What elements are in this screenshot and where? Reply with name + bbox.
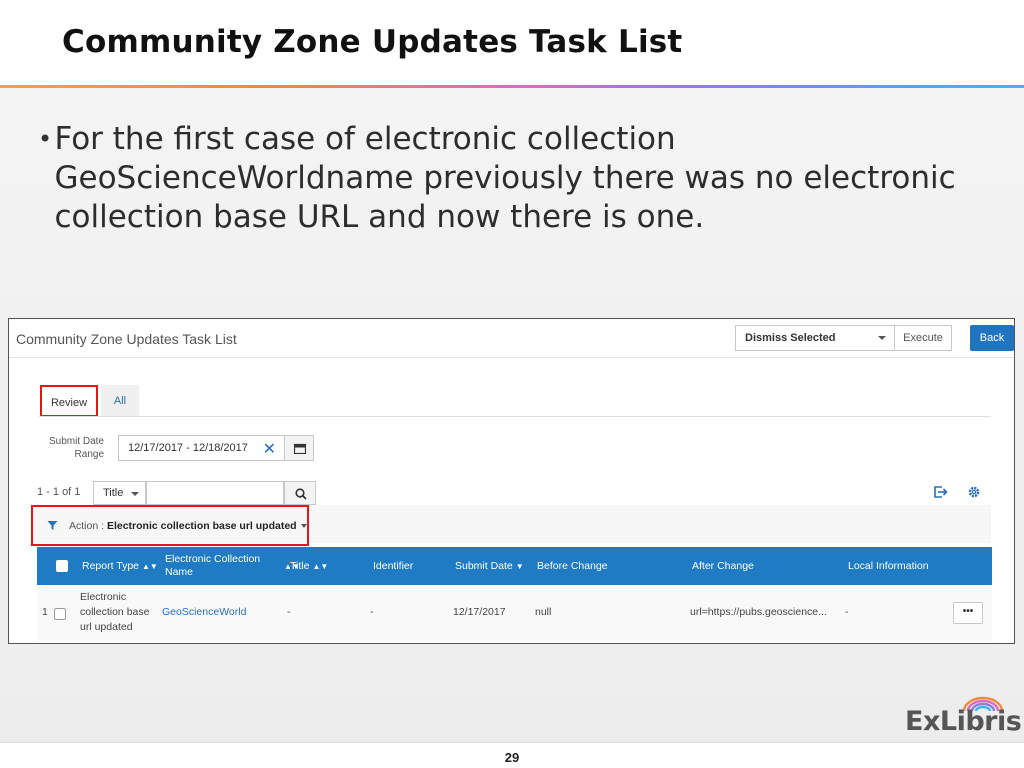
chevron-down-icon xyxy=(131,492,139,496)
column-label: After Change xyxy=(692,559,754,572)
sort-desc-icon: ▼ xyxy=(515,561,524,571)
bulk-action-value: Dismiss Selected xyxy=(745,332,836,344)
back-button[interactable]: Back xyxy=(970,325,1014,351)
cell-submit-date: 12/17/2017 xyxy=(453,606,506,618)
row-checkbox[interactable] xyxy=(54,608,66,620)
tabs-divider xyxy=(39,416,991,417)
search-field-value: Title xyxy=(103,487,124,499)
logo-text: ExLibris xyxy=(905,706,1022,737)
column-before-change[interactable]: Before Change xyxy=(537,547,608,585)
cell-collection-name-link[interactable]: GeoScienceWorld xyxy=(162,605,246,620)
date-range-input[interactable]: 12/17/2017 - 12/18/2017 ✕ xyxy=(118,435,285,461)
page-number: 29 xyxy=(504,750,520,765)
column-after-change[interactable]: After Change xyxy=(692,547,754,585)
column-identifier[interactable]: Identifier xyxy=(373,547,413,585)
column-label: Submit Date xyxy=(455,559,513,572)
gear-icon[interactable] xyxy=(968,486,980,498)
cell-local-information: - xyxy=(845,606,849,618)
bullet-marker: • xyxy=(38,125,53,153)
calendar-icon xyxy=(294,443,306,454)
column-label: Title xyxy=(290,559,310,572)
chevron-down-icon[interactable] xyxy=(301,524,307,528)
sort-icon: ▲▼ xyxy=(312,561,329,571)
cell-before-change: null xyxy=(535,606,552,618)
cell-report-type: Electronic collection base url updated xyxy=(80,591,150,633)
column-title[interactable]: Title ▲▼ xyxy=(290,547,328,585)
search-input[interactable] xyxy=(146,481,284,505)
slide-title: Community Zone Updates Task List xyxy=(62,24,683,60)
column-label: Identifier xyxy=(373,559,414,572)
column-collection-name[interactable]: Electronic Collection Name xyxy=(165,547,275,585)
table-header: Report Type ▲▼ Electronic Collection Name… xyxy=(37,547,992,585)
sort-icon: ▲▼ xyxy=(142,561,158,571)
result-count: 1 - 1 of 1 xyxy=(37,486,81,498)
task-list-screenshot: Community Zone Updates Task List Dismiss… xyxy=(8,318,1015,644)
column-label: Before Change xyxy=(537,559,608,572)
cell-after-change: url=https://pubs.geoscience... xyxy=(690,606,827,618)
row-actions-button[interactable]: ••• xyxy=(953,602,983,624)
date-range-value: 12/17/2017 - 12/18/2017 xyxy=(128,442,248,454)
tab-review[interactable]: Review xyxy=(40,385,98,417)
action-filter-chip[interactable]: Action : Electronic collection base url … xyxy=(69,520,297,532)
search-button[interactable] xyxy=(284,481,316,505)
search-field-select[interactable]: Title xyxy=(93,481,146,505)
calendar-button[interactable] xyxy=(284,435,314,461)
column-report-type[interactable]: Report Type ▲▼ xyxy=(82,547,158,585)
divider xyxy=(9,357,1014,358)
tab-all[interactable]: All xyxy=(101,385,139,417)
page-title: Community Zone Updates Task List xyxy=(16,331,237,347)
filter-value: Electronic collection base url updated xyxy=(106,520,297,532)
column-label: Electronic Collection Name xyxy=(165,553,261,578)
slide-header: Community Zone Updates Task List xyxy=(0,0,1024,86)
bulk-action-select[interactable]: Dismiss Selected xyxy=(735,325,895,351)
cell-title: - xyxy=(287,606,291,618)
column-label: Report Type xyxy=(82,559,140,572)
exlibris-logo: ExLibris xyxy=(905,696,1022,738)
cell-identifier: - xyxy=(370,606,374,618)
filter-icon[interactable] xyxy=(47,520,58,531)
column-submit-date[interactable]: Submit Date ▼ xyxy=(455,547,524,585)
filter-label: Action : xyxy=(69,520,105,532)
export-icon[interactable] xyxy=(934,486,948,498)
select-all-checkbox[interactable] xyxy=(56,560,68,572)
search-icon xyxy=(295,488,307,500)
execute-button[interactable]: Execute xyxy=(894,325,952,351)
column-label: Local Information xyxy=(848,559,929,572)
bullet-point: • For the first case of electronic colle… xyxy=(38,120,958,237)
table-row[interactable]: 1 Electronic collection base url updated… xyxy=(37,585,992,641)
close-icon[interactable]: ✕ xyxy=(263,439,276,459)
column-local-information[interactable]: Local Information xyxy=(848,547,929,585)
chevron-down-icon xyxy=(878,336,886,340)
bullet-text: For the first case of electronic collect… xyxy=(54,121,956,235)
row-index: 1 xyxy=(42,606,48,618)
submit-date-label: Submit Date Range xyxy=(48,436,104,460)
